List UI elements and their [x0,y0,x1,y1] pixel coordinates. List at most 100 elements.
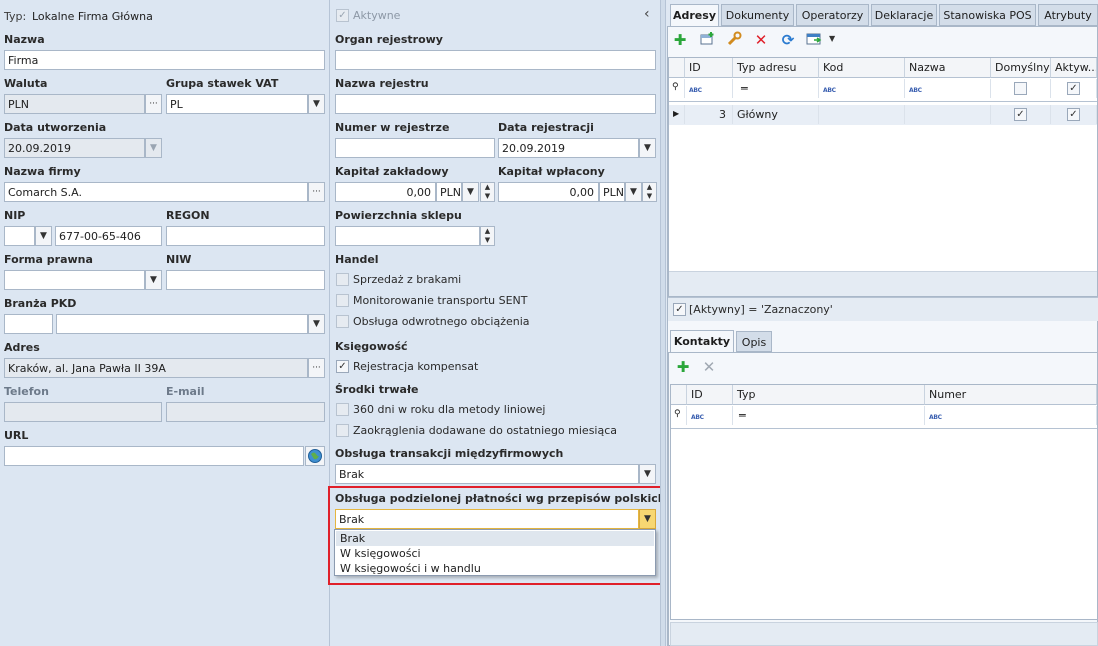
filter-kod[interactable]: ABC [819,79,905,98]
row-indicator-icon: ▶ [669,105,685,124]
contacts-filter-typ[interactable]: ═ [733,406,925,425]
kapital-zakladowy-currency[interactable]: PLN [436,182,462,202]
contacts-filter-id[interactable]: ABC [687,406,733,425]
col-header-contact-numer[interactable]: Numer [925,385,1097,405]
sprzedaz-z-brakami-checkbox[interactable] [336,273,349,286]
kapital-wplacony-input[interactable]: 0,00 [498,182,599,202]
col-header-typ-adresu[interactable]: Typ adresu [733,58,819,78]
niw-input[interactable] [166,270,325,290]
waluta-more-button[interactable]: ··· [145,94,162,114]
waluta-input[interactable]: PLN [4,94,145,114]
col-header-nazwa[interactable]: Nazwa [905,58,991,78]
miedzyfirmowe-dropdown-button[interactable]: ▼ [639,464,656,484]
data-rejestracji-input[interactable]: 20.09.2019 [498,138,639,158]
filter-domyslny[interactable] [991,79,1051,98]
chevron-down-icon[interactable]: ▼ [829,34,835,43]
delete-icon[interactable]: ✕ [752,31,770,49]
open-url-button[interactable] [305,446,325,466]
tab-dokumenty[interactable]: Dokumenty [721,4,794,26]
rejestracja-kompensat-checkbox[interactable]: ✓ [336,360,349,373]
branza-select[interactable] [56,314,308,334]
col-header-id[interactable]: ID [685,58,733,78]
row-typ-adresu[interactable]: Główny [733,105,819,124]
row-id[interactable]: 3 [685,105,733,124]
nip-input[interactable]: 677-00-65-406 [55,226,162,246]
nazwa-firmy-label: Nazwa firmy [4,165,81,178]
odwrotne-obciazenie-checkbox[interactable] [336,315,349,328]
nazwa-firmy-more-button[interactable]: ··· [308,182,325,202]
tab-atrybuty[interactable]: Atrybuty [1038,4,1098,26]
row-aktywny-checkbox[interactable]: ✓ [1067,108,1080,121]
tab-opis[interactable]: Opis [736,331,772,352]
row-kod[interactable] [819,105,905,124]
contacts-filter-numer[interactable]: ABC [925,406,1097,425]
branza-code-input[interactable] [4,314,53,334]
ksiegowosc-label: Księgowość [335,340,408,353]
kapital-zakladowy-spinner[interactable]: ▲ ▼ [480,182,495,202]
add-from-list-icon[interactable] [698,31,716,49]
filter-typ-adresu[interactable]: ═ [733,79,819,98]
aktywne-label: Aktywne [353,9,401,22]
filter-domyslny-checkbox[interactable] [1014,82,1027,95]
regon-input[interactable] [166,226,325,246]
kapital-wplacony-currency-dropdown[interactable]: ▼ [625,182,642,202]
nip-prefix-select[interactable] [4,226,35,246]
tab-stanowiska-pos[interactable]: Stanowiska POS [939,4,1036,26]
row-domyslny[interactable]: ✓ [991,105,1051,124]
row-aktywny[interactable]: ✓ [1051,105,1097,124]
filter-id[interactable]: ABC [685,79,733,98]
col-header-domyslny[interactable]: Domyślny [991,58,1051,78]
col-header-contact-id[interactable]: ID [687,385,733,405]
360-dni-checkbox[interactable] [336,403,349,416]
grupa-vat-select[interactable]: PL [166,94,308,114]
adres-input[interactable]: Kraków, al. Jana Pawła II 39A [4,358,308,378]
edit-wrench-icon[interactable] [725,31,743,49]
miedzyfirmowe-select[interactable]: Brak [335,464,639,484]
powierzchnia-input[interactable] [335,226,480,246]
nip-label: NIP [4,209,26,222]
col-header-contact-typ[interactable]: Typ [733,385,925,405]
export-grid-icon[interactable] [805,31,823,49]
row-domyslny-checkbox[interactable]: ✓ [1014,108,1027,121]
nazwa-rejestru-input[interactable] [335,94,656,114]
forma-prawna-select[interactable] [4,270,145,290]
nip-prefix-dropdown-button[interactable]: ▼ [35,226,52,246]
forma-prawna-dropdown-button[interactable]: ▼ [145,270,162,290]
col-header-kod[interactable]: Kod [819,58,905,78]
data-utworzenia-input: 20.09.2019 [4,138,145,158]
refresh-icon[interactable]: ⟳ [779,31,797,49]
data-rejestracji-dropdown-button[interactable]: ▼ [639,138,656,158]
zaokraglenia-checkbox[interactable] [336,424,349,437]
monitorowanie-sent-label: Monitorowanie transportu SENT [353,294,528,307]
powierzchnia-spinner[interactable]: ▲ ▼ [480,226,495,246]
tab-kontakty[interactable]: Kontakty [670,330,734,353]
branza-dropdown-button[interactable]: ▼ [308,314,325,334]
nazwa-firmy-input[interactable]: Comarch S.A. [4,182,308,202]
organ-input[interactable] [335,50,656,70]
kapital-wplacony-currency[interactable]: PLN [599,182,625,202]
tab-operatorzy[interactable]: Operatorzy [796,4,869,26]
add-icon[interactable]: ✚ [671,31,689,49]
add-contact-icon[interactable]: ✚ [674,358,692,376]
filter-expression[interactable]: [Aktywny] = 'Zaznaczony' [689,303,833,316]
url-input[interactable] [4,446,304,466]
tab-deklaracje[interactable]: Deklaracje [871,4,937,26]
monitorowanie-sent-checkbox[interactable] [336,294,349,307]
adres-more-button[interactable]: ··· [308,358,325,378]
kapital-zakladowy-currency-dropdown[interactable]: ▼ [462,182,479,202]
sprzedaz-z-brakami-label: Sprzedaż z brakami [353,273,462,286]
filter-nazwa[interactable]: ABC [905,79,991,98]
filter-aktywny[interactable]: ✓ [1051,79,1097,98]
kapital-wplacony-spinner[interactable]: ▲ ▼ [642,182,657,202]
nazwa-input[interactable]: Firma [4,50,325,70]
collapse-icon[interactable]: ‹ [644,6,650,22]
numer-rejestru-input[interactable] [335,138,495,158]
tab-adresy[interactable]: Adresy [670,4,719,27]
telefon-label: Telefon [4,385,49,398]
row-nazwa[interactable] [905,105,991,124]
grupa-vat-dropdown-button[interactable]: ▼ [308,94,325,114]
filter-aktywny-checkbox[interactable]: ✓ [1067,82,1080,95]
col-header-aktywny[interactable]: Aktyw... [1051,58,1097,78]
kapital-zakladowy-input[interactable]: 0,00 [335,182,436,202]
filter-enabled-checkbox[interactable]: ✓ [673,303,686,316]
